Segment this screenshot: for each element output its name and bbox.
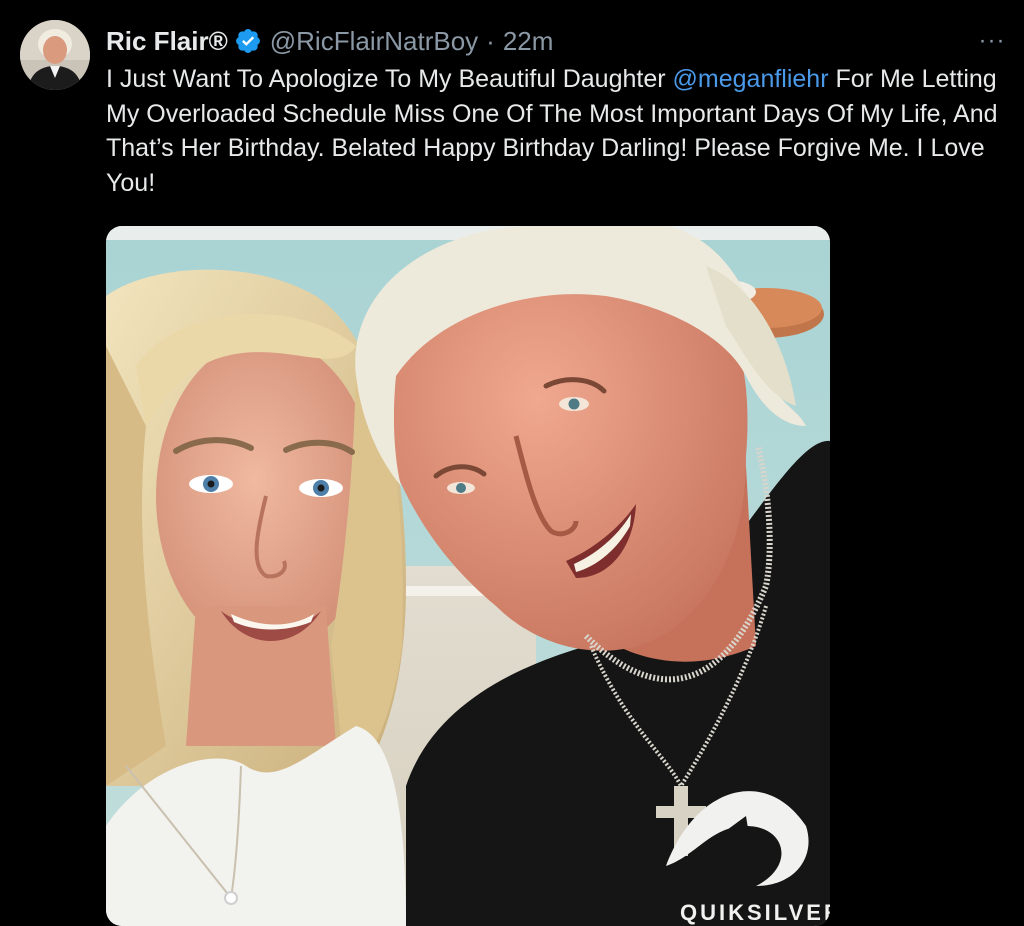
verified-badge-icon bbox=[234, 27, 262, 55]
avatar[interactable] bbox=[20, 20, 90, 90]
selfie-photo: QUIKSILVER bbox=[106, 226, 830, 926]
tweet-photo[interactable]: QUIKSILVER bbox=[106, 226, 830, 926]
tweet-text-part: I Just Want To Apologize To My Beautiful… bbox=[106, 65, 673, 93]
mention-link[interactable]: @meganfliehr bbox=[673, 65, 829, 93]
avatar-image bbox=[20, 20, 90, 90]
display-name[interactable]: Ric Flair® bbox=[106, 26, 228, 57]
tweet-text: I Just Want To Apologize To My Beautiful… bbox=[106, 62, 1011, 200]
more-horizontal-icon[interactable]: ··· bbox=[974, 26, 1010, 56]
separator-dot: · bbox=[486, 25, 495, 56]
user-handle[interactable]: @RicFlairNatrBoy bbox=[270, 26, 478, 57]
tweet-timestamp[interactable]: 22m bbox=[503, 26, 554, 57]
tweet[interactable]: Ric Flair® @RicFlairNatrBoy · 22m ··· I … bbox=[0, 0, 1024, 926]
shirt-logo-text: QUIKSILVER bbox=[680, 900, 830, 925]
tweet-header: Ric Flair® @RicFlairNatrBoy · 22m bbox=[106, 24, 553, 58]
